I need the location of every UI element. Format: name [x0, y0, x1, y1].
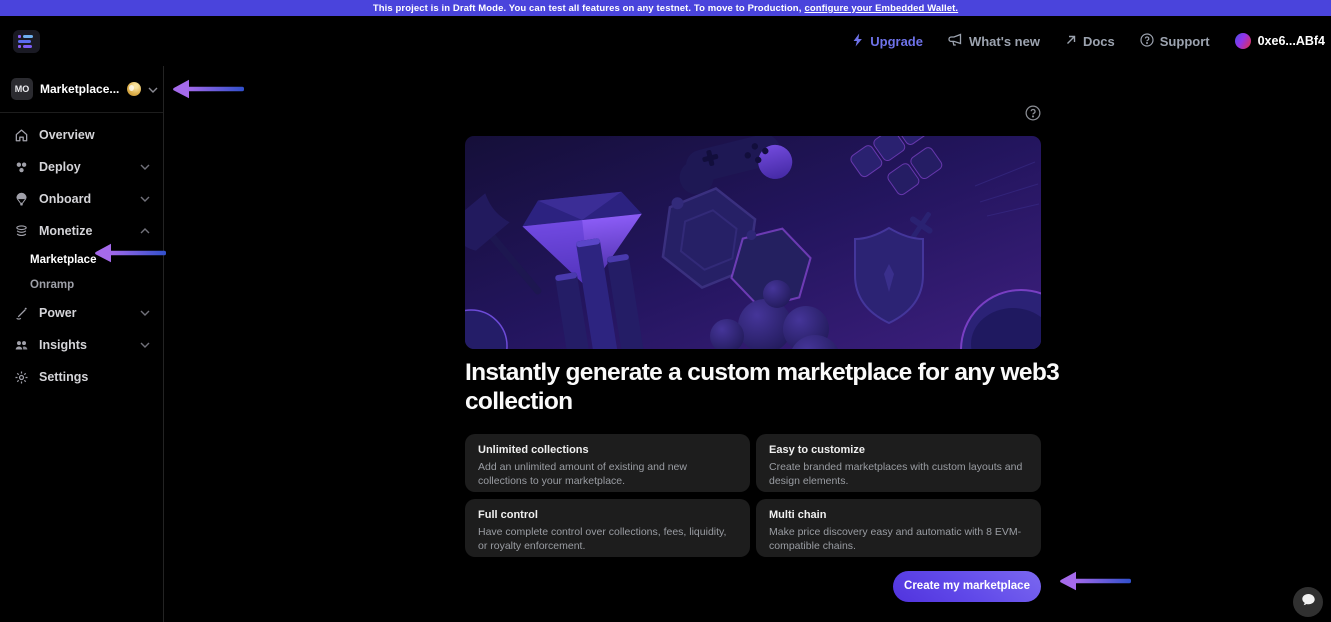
sidebar-item-onboard[interactable]: Onboard: [0, 183, 163, 215]
feature-cards: Unlimited collections Add an unlimited a…: [465, 434, 1041, 557]
megaphone-icon: [948, 33, 963, 50]
whats-new-button[interactable]: What's new: [948, 33, 1040, 50]
sidebar-item-label: Insights: [39, 338, 87, 352]
sidebar: MO Marketplace... Overview: [0, 66, 164, 622]
sidebar-item-monetize[interactable]: Monetize: [0, 215, 163, 247]
main-content: Instantly generate a custom marketplace …: [164, 66, 1331, 622]
card-body: Have complete control over collections, …: [478, 525, 737, 553]
sidebar-item-marketplace[interactable]: Marketplace: [0, 247, 163, 272]
chevron-down-icon: [140, 310, 150, 316]
docs-button[interactable]: Docs: [1065, 34, 1115, 49]
chat-widget-button[interactable]: [1293, 587, 1323, 617]
card-full-control: Full control Have complete control over …: [465, 499, 750, 557]
sidebar-item-insights[interactable]: Insights: [0, 329, 163, 361]
chevron-down-icon: [140, 342, 150, 348]
chevron-down-icon: [140, 164, 150, 170]
header-nav: Upgrade What's new Docs: [852, 33, 1325, 50]
lightning-icon: [852, 33, 864, 50]
sidebar-item-onramp[interactable]: Onramp: [0, 272, 163, 297]
question-circle-icon: [1140, 33, 1154, 50]
wand-icon: [13, 306, 29, 321]
card-body: Make price discovery easy and automatic …: [769, 525, 1028, 553]
sidebar-subitem-label: Onramp: [30, 279, 74, 291]
sidebar-item-deploy[interactable]: Deploy: [0, 151, 163, 183]
gear-icon: [13, 370, 29, 385]
page-title: Instantly generate a custom marketplace …: [465, 359, 1105, 417]
hero-illustration: [465, 136, 1041, 349]
sidebar-nav: Overview Deploy: [0, 113, 163, 393]
card-title: Unlimited collections: [478, 444, 737, 456]
card-title: Easy to customize: [769, 444, 1028, 456]
card-body: Add an unlimited amount of existing and …: [478, 460, 737, 488]
gold-moon-emoji: [127, 82, 141, 96]
support-button[interactable]: Support: [1140, 33, 1210, 50]
card-title: Full control: [478, 509, 737, 521]
speech-bubble-icon: [1301, 593, 1316, 612]
draft-mode-banner: This project is in Draft Mode. You can t…: [0, 0, 1331, 16]
sidebar-item-settings[interactable]: Settings: [0, 361, 163, 393]
arrow-up-right-icon: [1065, 34, 1077, 49]
sidebar-item-power[interactable]: Power: [0, 297, 163, 329]
users-icon: [13, 338, 29, 353]
project-selector[interactable]: MO Marketplace...: [0, 66, 163, 113]
create-marketplace-button[interactable]: Create my marketplace: [893, 571, 1041, 602]
sidebar-subitem-label: Marketplace: [30, 254, 96, 266]
header: Upgrade What's new Docs: [0, 16, 1331, 66]
wallet-address: 0xe6...ABf4: [1258, 34, 1325, 48]
sidebar-item-label: Onboard: [39, 192, 91, 206]
upgrade-button[interactable]: Upgrade: [852, 33, 923, 50]
chevron-down-icon: [140, 196, 150, 202]
wallet-menu[interactable]: 0xe6...ABf4: [1235, 33, 1325, 49]
card-easy-to-customize: Easy to customize Create branded marketp…: [756, 434, 1041, 492]
chevron-up-icon: [140, 228, 150, 234]
sidebar-item-label: Deploy: [39, 160, 81, 174]
coins-icon: [13, 224, 29, 239]
docs-label: Docs: [1083, 34, 1115, 49]
home-icon: [13, 128, 29, 143]
chevron-down-icon: [148, 80, 158, 98]
support-label: Support: [1160, 34, 1210, 49]
cubes-icon: [13, 160, 29, 175]
help-icon[interactable]: [1025, 105, 1041, 121]
sidebar-item-label: Settings: [39, 370, 88, 384]
sidebar-item-overview[interactable]: Overview: [0, 119, 163, 151]
console-logo-icon[interactable]: [13, 30, 40, 53]
card-multi-chain: Multi chain Make price discovery easy an…: [756, 499, 1041, 557]
sidebar-item-label: Overview: [39, 128, 95, 142]
sidebar-item-label: Power: [39, 306, 77, 320]
card-unlimited-collections: Unlimited collections Add an unlimited a…: [465, 434, 750, 492]
card-title: Multi chain: [769, 509, 1028, 521]
sidebar-item-label: Monetize: [39, 224, 92, 238]
banner-text: This project is in Draft Mode. You can t…: [373, 3, 802, 14]
card-body: Create branded marketplaces with custom …: [769, 460, 1028, 488]
parachute-icon: [13, 192, 29, 207]
project-initials-badge: MO: [11, 78, 33, 100]
whats-new-label: What's new: [969, 34, 1040, 49]
wallet-avatar: [1235, 33, 1251, 49]
upgrade-label: Upgrade: [870, 34, 923, 49]
project-name: Marketplace...: [40, 82, 119, 96]
app-window: This project is in Draft Mode. You can t…: [0, 0, 1331, 622]
configure-wallet-link[interactable]: configure your Embedded Wallet.: [804, 3, 958, 14]
